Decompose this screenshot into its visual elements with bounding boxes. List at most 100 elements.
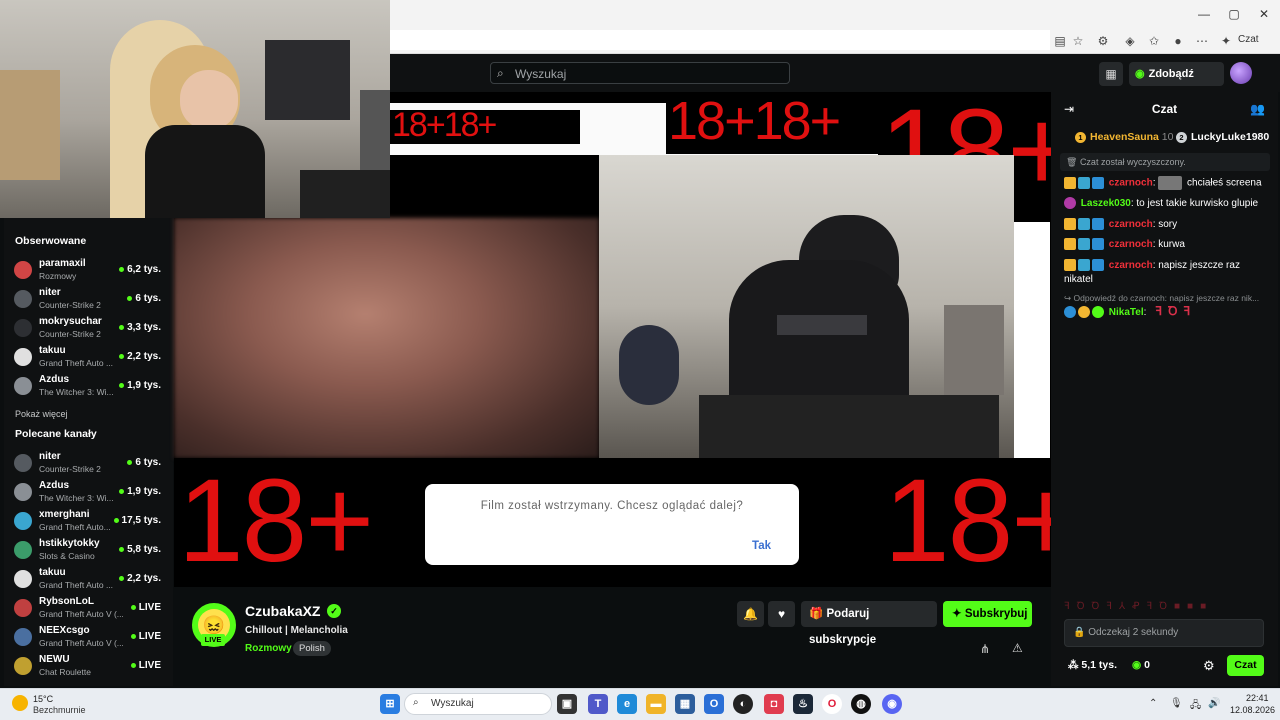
weather-moon-icon[interactable]: [12, 695, 28, 711]
taskbar-search-icon: ⌕: [413, 697, 419, 708]
channel-name[interactable]: CzubakaXZ: [245, 603, 320, 619]
favorite-star-icon[interactable]: ☆: [1070, 33, 1086, 49]
chat-users-icon[interactable]: 👥: [1250, 102, 1265, 116]
get-kicks-button[interactable]: ◉Zdobądź KICKs: [1129, 62, 1224, 104]
close-icon[interactable]: ✕: [1256, 6, 1272, 22]
chat-title: Czat: [1151, 102, 1178, 116]
chat-input[interactable]: 🔒 Odczekaj 2 sekundy: [1064, 619, 1264, 647]
sidebar-channel-item[interactable]: Azdus The Witcher 3: Wi... 1,9 tys.: [4, 372, 173, 401]
layout-toggle-button[interactable]: ▦: [1099, 62, 1123, 86]
task-view-icon[interactable]: ▣: [557, 694, 577, 714]
channel-avatar: [14, 541, 32, 559]
channel-avatar: [14, 570, 32, 588]
sidebar-channel-item[interactable]: RybsonLoL Grand Theft Auto V (... LIVE: [4, 594, 173, 623]
chat-text: chciałeś screena: [1187, 177, 1262, 189]
overlay-18-medium: 18+18+: [668, 91, 841, 151]
gift-subscriptions-button[interactable]: 🎁 Podaruj subskrypcje: [801, 601, 937, 646]
obs-icon[interactable]: ◍: [851, 694, 871, 714]
share-icon[interactable]: ⋔: [980, 642, 990, 656]
outlook-icon[interactable]: O: [704, 694, 724, 714]
chat-username[interactable]: czarnoch: [1109, 219, 1153, 230]
reader-icon[interactable]: ▤: [1052, 33, 1068, 49]
viewer-count: 1,9 tys.: [119, 486, 161, 497]
teams-icon[interactable]: T: [588, 694, 608, 714]
volume-icon[interactable]: 🔊: [1208, 698, 1220, 709]
store-icon[interactable]: ▦: [675, 694, 695, 714]
browser-titlebar: [390, 0, 1280, 28]
chat-username[interactable]: Laszek030: [1081, 198, 1131, 209]
notification-bell-icon[interactable]: 🔔: [737, 601, 764, 627]
live-dot-icon: [119, 324, 125, 330]
favorites-icon[interactable]: ✩: [1146, 33, 1162, 49]
user-avatar[interactable]: [1230, 62, 1252, 84]
chat-settings-gear-icon[interactable]: ⚙: [1203, 658, 1215, 674]
chat-username[interactable]: czarnoch: [1109, 239, 1153, 250]
chat-message: czarnoch: napisz jeszcze raz nikatel: [1064, 259, 1240, 285]
sidebar-channel-item[interactable]: paramaxil Rozmowy 6,2 tys.: [4, 256, 173, 285]
chat-username[interactable]: czarnoch: [1109, 260, 1153, 271]
sidebar-channel-item[interactable]: takuu Grand Theft Auto ... 2,2 tys.: [4, 565, 173, 594]
taskbar-search-input[interactable]: Wyszukaj: [404, 693, 552, 715]
discord-icon[interactable]: ◉: [882, 694, 902, 714]
sidebar-channel-item[interactable]: takuu Grand Theft Auto ... 2,2 tys.: [4, 343, 173, 372]
live-dot-icon: [130, 662, 136, 668]
weather-description[interactable]: Bezchmurnie: [33, 705, 86, 715]
follow-heart-icon[interactable]: ♥: [768, 601, 795, 627]
overlay-18-left: 18+: [178, 455, 374, 587]
file-explorer-icon[interactable]: ▬: [646, 694, 666, 714]
subscribe-button[interactable]: ✦ Subskrybuj: [943, 601, 1032, 627]
edge-browser-icon[interactable]: e: [617, 694, 637, 714]
profile-icon[interactable]: ●: [1170, 33, 1186, 49]
sidebar-channel-item[interactable]: hstikkytokky Slots & Casino 5,8 tys.: [4, 536, 173, 565]
leaderboard-entry[interactable]: 1 HeavenSauna 10: [1075, 131, 1173, 143]
leaderboard-entry[interactable]: 2 LuckyLuke1980: [1176, 131, 1269, 143]
chat-username[interactable]: czarnoch: [1109, 178, 1153, 189]
chat-send-button[interactable]: Czat: [1227, 655, 1264, 676]
copilot-icon[interactable]: ✦: [1218, 33, 1234, 49]
report-warning-icon[interactable]: ⚠: [1012, 641, 1023, 655]
opera-icon[interactable]: O: [822, 694, 842, 714]
start-menu-icon[interactable]: ⊞: [380, 694, 400, 714]
microphone-icon[interactable]: 🎙: [1170, 698, 1183, 709]
channel-name: mokrysuchar: [39, 316, 102, 327]
github-icon[interactable]: ◐: [733, 694, 753, 714]
live-dot-icon: [127, 459, 133, 465]
steam-icon[interactable]: ♨: [793, 694, 813, 714]
language-tag[interactable]: Polish: [293, 641, 331, 656]
sidebar-channel-item[interactable]: NEWU Chat Roulette LIVE: [4, 652, 173, 681]
channel-category: Grand Theft Auto ...: [39, 358, 114, 368]
more-options-icon[interactable]: ⋯: [1194, 33, 1210, 49]
viewer-count: 1,9 tys.: [119, 380, 161, 391]
maximize-icon[interactable]: ▢: [1226, 6, 1242, 22]
sidebar-channel-item[interactable]: Azdus The Witcher 3: Wi... 1,9 tys.: [4, 478, 173, 507]
tray-overflow-icon[interactable]: ⌃: [1149, 698, 1157, 709]
minimize-icon[interactable]: —: [1196, 6, 1212, 22]
kicks-balance[interactable]: ◉ 0: [1132, 659, 1150, 671]
clock-time[interactable]: 22:41: [1246, 693, 1269, 703]
sidebar-channel-item[interactable]: niter Counter-Strike 2 6 tys.: [4, 285, 173, 314]
address-field[interactable]: [390, 30, 1050, 50]
sidebar-channel-item[interactable]: niter Counter-Strike 2 6 tys.: [4, 449, 173, 478]
weather-temperature[interactable]: 15°C: [33, 694, 53, 704]
sidebar-channel-item[interactable]: NEEXcsgo Grand Theft Auto V (... LIVE: [4, 623, 173, 652]
clock-date[interactable]: 12.08.2026: [1230, 705, 1275, 715]
search-input[interactable]: ⌕ Wyszukaj: [490, 62, 790, 84]
viewer-count-text: LIVE: [138, 660, 161, 671]
followed-heading: Obserwowane: [15, 235, 87, 247]
sidebar-channel-item[interactable]: mokrysuchar Counter-Strike 2 3,3 tys.: [4, 314, 173, 343]
extension-icon[interactable]: ⚙: [1095, 33, 1111, 49]
emote-bar[interactable]: ꟻꝹꝹꟻ⅄ꝒꟻꝹ■■■: [1064, 598, 1274, 612]
viewer-count-text: LIVE: [138, 602, 161, 613]
star-icon: ✦: [952, 608, 965, 620]
emote-icon: Ꝺ: [1168, 304, 1178, 318]
show-more-link[interactable]: Pokaż więcej: [4, 401, 173, 427]
app-red-icon[interactable]: ◘: [764, 694, 784, 714]
shield-icon[interactable]: ◈: [1122, 33, 1138, 49]
viewer-count-text: 2,2 tys.: [127, 351, 161, 362]
continue-watching-button[interactable]: Tak: [752, 540, 771, 552]
stream-category-link[interactable]: Rozmowy: [245, 643, 292, 654]
sidebar-channel-item[interactable]: xmerghani Grand Theft Auto... 17,5 tys.: [4, 507, 173, 536]
network-icon[interactable]: 🖧: [1190, 698, 1201, 715]
chat-username[interactable]: NikaTel: [1109, 307, 1144, 318]
copilot-label[interactable]: Czat: [1238, 34, 1259, 45]
